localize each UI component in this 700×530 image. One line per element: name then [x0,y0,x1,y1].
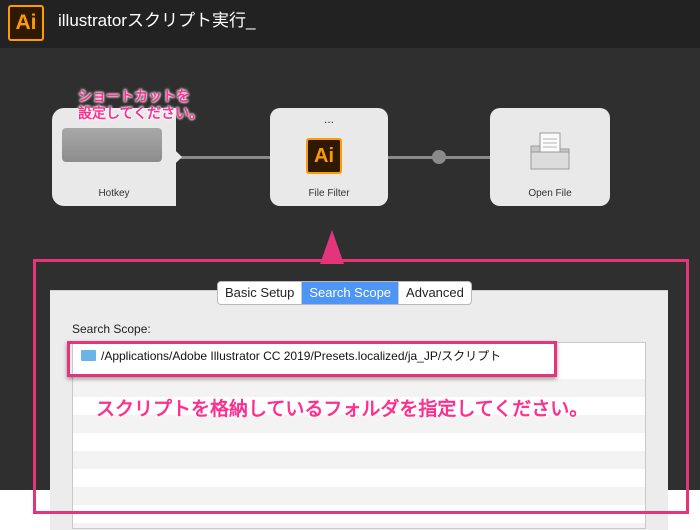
hotkey-annotation: ショートカットを 設定してください。 [78,88,204,121]
connection-hotkey-filefilter [180,156,272,159]
open-file-node-label: Open File [528,188,572,199]
scope-annotation: スクリプトを格納しているフォルダを指定してください。 [96,399,589,420]
hotkey-node[interactable]: Hotkey [52,108,176,206]
list-stripe [73,523,645,528]
panel-highlight-frame [33,259,689,514]
file-filter-indicator: ... [323,112,334,126]
file-filter-node[interactable]: ... Ai File Filter [270,108,388,206]
connection-dot[interactable] [432,150,446,164]
illustrator-app-icon: Ai [8,5,44,41]
title-bar: Ai illustratorスクリプト実行_ [0,0,700,48]
open-file-node[interactable]: Open File [490,108,610,206]
file-filter-node-label: File Filter [308,188,350,199]
hotkey-input-slot[interactable] [62,128,162,162]
hotkey-node-label: Hotkey [98,188,130,199]
illustrator-icon: Ai [306,138,342,174]
window-title: illustratorスクリプト実行_ [58,11,256,30]
folder-document-icon [530,132,570,170]
